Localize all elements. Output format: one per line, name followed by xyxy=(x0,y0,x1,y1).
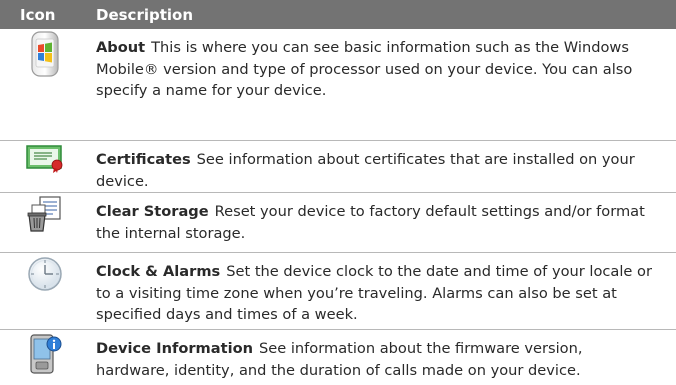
table-row: Certificates See information about certif… xyxy=(0,141,676,193)
header-description-column: Description xyxy=(96,5,194,24)
row-title: Device Information xyxy=(96,340,253,357)
certificate-icon xyxy=(25,143,65,192)
windows-device-icon xyxy=(30,31,60,140)
row-title: Clear Storage xyxy=(96,203,209,220)
settings-icon-table: Icon Description About This is where you… xyxy=(0,0,676,385)
row-title: Clock & Alarms xyxy=(96,263,221,280)
table-row: Clock & Alarms Set the device clock to th… xyxy=(0,253,676,330)
clear-storage-icon xyxy=(27,195,63,252)
table-row: Clear Storage Reset your device to factor… xyxy=(0,193,676,253)
clock-icon xyxy=(26,255,64,329)
header-icon-column: Icon xyxy=(20,5,56,24)
table-row: Device Information See information about … xyxy=(0,330,676,385)
row-title: Certificates xyxy=(96,151,191,168)
row-title: About xyxy=(96,39,146,56)
device-information-icon xyxy=(28,332,62,385)
row-description: This is where you can see basic informat… xyxy=(96,39,633,99)
table-row: About This is where you can see basic inf… xyxy=(0,29,676,141)
table-header: Icon Description xyxy=(0,0,676,29)
